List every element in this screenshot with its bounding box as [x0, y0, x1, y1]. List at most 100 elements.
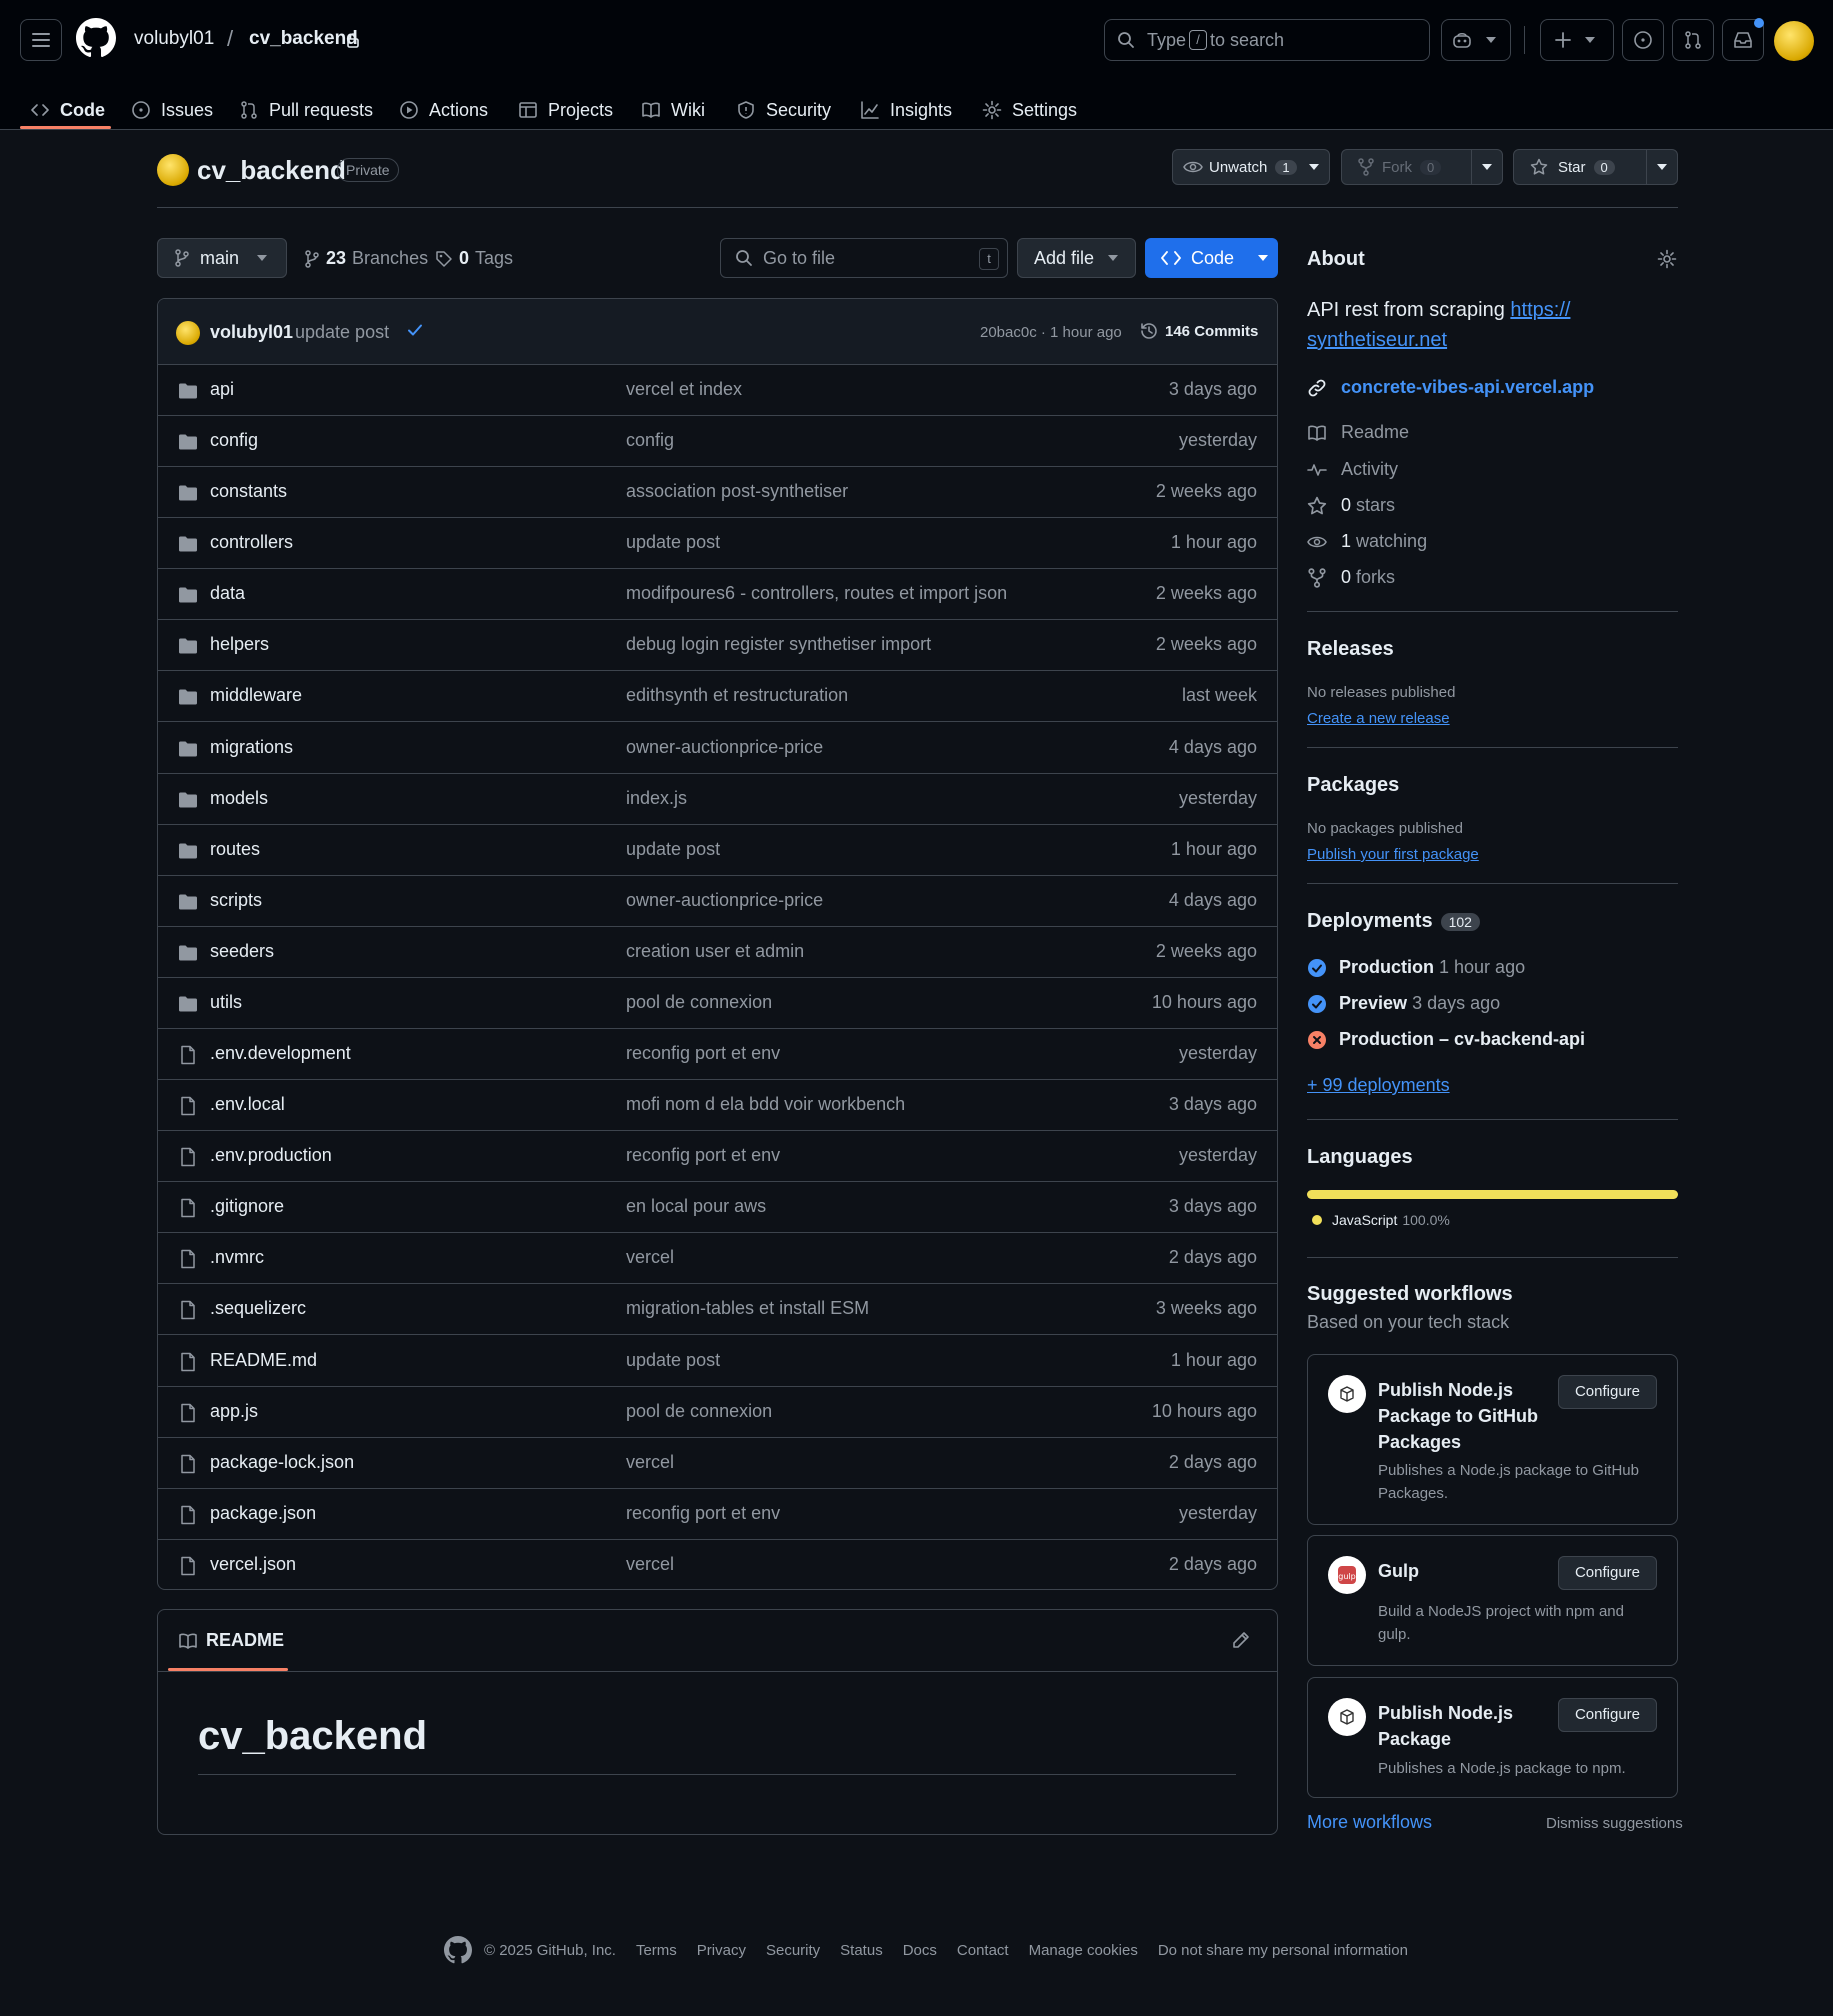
file-commit-message[interactable]: creation user et admin [626, 941, 804, 962]
file-commit-message[interactable]: vercel [626, 1452, 674, 1473]
branch-selector[interactable]: main [157, 238, 287, 278]
star-button[interactable]: Star 0 [1513, 149, 1678, 185]
file-commit-message[interactable]: pool de connexion [626, 1401, 772, 1422]
commit-author[interactable]: volubyl01 [210, 322, 293, 343]
file-commit-message[interactable]: en local pour aws [626, 1196, 766, 1217]
footer-link[interactable]: Docs [903, 1942, 937, 1959]
file-name[interactable]: app.js [210, 1401, 258, 1422]
gear-icon[interactable] [1657, 249, 1677, 269]
pencil-icon[interactable] [1231, 1630, 1251, 1650]
pull-requests-button[interactable] [1672, 19, 1714, 61]
file-row[interactable]: controllers update post 1 hour ago [158, 518, 1277, 570]
file-row[interactable]: helpers debug login register synthetiser … [158, 620, 1277, 672]
repo-owner-avatar[interactable] [157, 154, 189, 186]
file-name[interactable]: .gitignore [210, 1196, 284, 1217]
file-name[interactable]: config [210, 430, 258, 451]
copilot-button[interactable] [1441, 19, 1511, 61]
user-avatar[interactable] [1774, 21, 1814, 61]
fork-button[interactable]: Fork 0 [1341, 149, 1503, 185]
file-commit-message[interactable]: migration-tables et install ESM [626, 1298, 869, 1319]
github-logo-icon[interactable] [444, 1936, 472, 1964]
dismiss-suggestions-button[interactable]: Dismiss suggestions [1546, 1815, 1683, 1832]
file-row[interactable]: api vercel et index 3 days ago [158, 365, 1277, 416]
file-name[interactable]: .nvmrc [210, 1247, 264, 1268]
add-file-button[interactable]: Add file [1017, 238, 1136, 278]
tab-insights[interactable]: Insights [860, 90, 952, 130]
file-name[interactable]: routes [210, 839, 260, 860]
tab-projects[interactable]: Projects [518, 90, 613, 130]
language-item[interactable]: JavaScript 100.0% [1307, 1212, 1678, 1228]
file-row[interactable]: README.md update post 1 hour ago [158, 1336, 1277, 1387]
issues-button[interactable] [1622, 19, 1664, 61]
file-row[interactable]: .sequelizerc migration-tables et install … [158, 1284, 1277, 1336]
deployments-header[interactable]: Deployments 102 [1307, 910, 1678, 933]
footer-link[interactable]: Security [766, 1942, 820, 1959]
file-commit-message[interactable]: vercel et index [626, 379, 742, 400]
file-row[interactable]: migrations owner-auctionprice-price 4 days… [158, 723, 1277, 774]
watching-link[interactable]: 1 watching [1307, 531, 1427, 552]
repo-title[interactable]: cv_backend [197, 155, 346, 186]
file-name[interactable]: .env.development [210, 1043, 351, 1064]
file-commit-message[interactable]: vercel [626, 1247, 674, 1268]
go-to-file-input[interactable]: Go to file t [720, 238, 1008, 278]
file-commit-message[interactable]: index.js [626, 788, 687, 809]
footer-link[interactable]: Contact [957, 1942, 1009, 1959]
file-row[interactable]: .env.local mofi nom d ela bdd voir workbe… [158, 1080, 1277, 1132]
file-commit-message[interactable]: reconfig port et env [626, 1043, 780, 1064]
file-name[interactable]: helpers [210, 634, 269, 655]
breadcrumb-owner[interactable]: volubyl01 [134, 28, 214, 50]
file-row[interactable]: utils pool de connexion 10 hours ago [158, 978, 1277, 1029]
file-commit-message[interactable]: owner-auctionprice-price [626, 737, 823, 758]
file-name[interactable]: data [210, 583, 245, 604]
create-new-button[interactable] [1540, 19, 1614, 61]
file-name[interactable]: models [210, 788, 268, 809]
file-row[interactable]: constants association post-synthetiser 2 w… [158, 467, 1277, 519]
file-name[interactable]: .sequelizerc [210, 1298, 306, 1319]
file-commit-message[interactable]: pool de connexion [626, 992, 772, 1013]
file-row[interactable]: routes update post 1 hour ago [158, 825, 1277, 876]
deployment-item[interactable]: Production 1 hour ago [1307, 957, 1525, 978]
file-name[interactable]: controllers [210, 532, 293, 553]
footer-link[interactable]: Do not share my personal information [1158, 1942, 1408, 1959]
website-link[interactable]: concrete-vibes-api.vercel.app [1307, 377, 1594, 398]
file-name[interactable]: .env.production [210, 1145, 332, 1166]
file-name[interactable]: utils [210, 992, 242, 1013]
tab-pull-requests[interactable]: Pull requests [239, 90, 373, 130]
check-icon[interactable] [406, 321, 424, 339]
configure-button[interactable]: Configure [1557, 1375, 1657, 1409]
commit-author-avatar[interactable] [176, 321, 200, 345]
create-release-link[interactable]: Create a new release [1307, 710, 1450, 727]
file-name[interactable]: package.json [210, 1503, 316, 1524]
code-button[interactable]: Code [1145, 238, 1278, 278]
footer-link[interactable]: Status [840, 1942, 883, 1959]
releases-title[interactable]: Releases [1307, 638, 1678, 661]
file-row[interactable]: data modifpoures6 - controllers, routes e… [158, 569, 1277, 621]
file-commit-message[interactable]: update post [626, 532, 720, 553]
readme-link[interactable]: Readme [1307, 422, 1409, 443]
tab-code[interactable]: Code [30, 90, 105, 130]
file-commit-message[interactable]: owner-auctionprice-price [626, 890, 823, 911]
file-row[interactable]: package.json reconfig port et env yesterda… [158, 1489, 1277, 1540]
packages-title[interactable]: Packages [1307, 774, 1678, 797]
file-name[interactable]: api [210, 379, 234, 400]
file-row[interactable]: app.js pool de connexion 10 hours ago [158, 1387, 1277, 1438]
file-commit-message[interactable]: config [626, 430, 674, 451]
stars-link[interactable]: 0 stars [1307, 495, 1395, 516]
tab-actions[interactable]: Actions [399, 90, 488, 130]
branches-link[interactable]: 23 Branches [304, 248, 428, 269]
file-name[interactable]: middleware [210, 685, 302, 706]
breadcrumb-repo[interactable]: cv_backend [249, 28, 358, 50]
star-dropdown[interactable] [1646, 150, 1677, 184]
search-input[interactable]: Type / to search [1104, 19, 1430, 61]
activity-link[interactable]: Activity [1307, 459, 1398, 480]
tab-wiki[interactable]: Wiki [641, 90, 705, 130]
file-commit-message[interactable]: mofi nom d ela bdd voir workbench [626, 1094, 905, 1115]
commit-message[interactable]: update post [295, 322, 389, 343]
file-commit-message[interactable]: update post [626, 839, 720, 860]
file-commit-message[interactable]: update post [626, 1350, 720, 1371]
workflow-title[interactable]: Publish Node.js Package to GitHub Packag… [1378, 1377, 1548, 1455]
file-commit-message[interactable]: edithsynth et restructuration [626, 685, 848, 706]
deployment-item[interactable]: Preview 3 days ago [1307, 993, 1500, 1014]
configure-button[interactable]: Configure [1557, 1556, 1657, 1590]
file-row[interactable]: scripts owner-auctionprice-price 4 days ag… [158, 876, 1277, 927]
